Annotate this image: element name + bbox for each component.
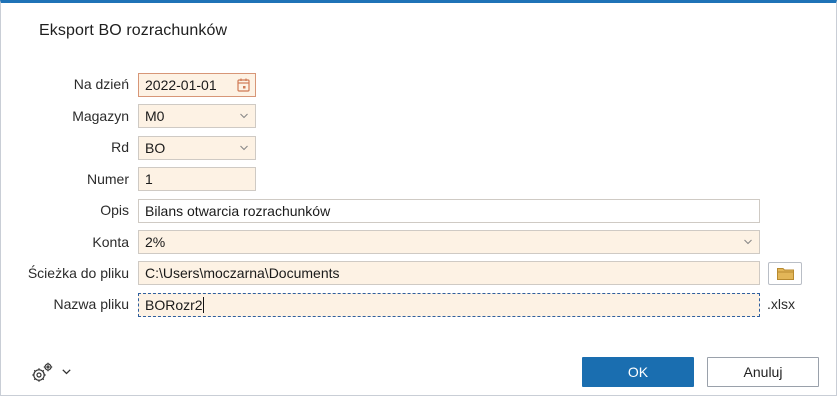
path-field[interactable]: C:\Users\moczarna\Documents xyxy=(138,261,760,285)
description-value: Bilans otwarcia rozrachunków xyxy=(145,203,331,219)
chevron-down-icon xyxy=(62,369,71,375)
filename-label: Nazwa pliku xyxy=(53,296,129,312)
number-value: 1 xyxy=(145,171,153,187)
warehouse-select[interactable]: M0 xyxy=(138,104,256,128)
cancel-button[interactable]: Anuluj xyxy=(707,357,819,387)
date-label: Na dzień xyxy=(73,76,129,92)
path-label: Ścieżka do pliku xyxy=(27,265,129,281)
accounts-label: Konta xyxy=(92,234,129,250)
description-field[interactable]: Bilans otwarcia rozrachunków xyxy=(138,199,760,223)
calendar-icon[interactable] xyxy=(237,78,250,92)
chevron-down-icon xyxy=(240,113,248,119)
chevron-down-icon xyxy=(744,239,752,245)
number-label: Numer xyxy=(86,171,129,187)
accounts-value: 2% xyxy=(145,234,166,250)
path-value: C:\Users\moczarna\Documents xyxy=(145,265,340,281)
doc-type-label: Rd xyxy=(111,139,129,155)
filename-value: BORozr2 xyxy=(145,297,203,313)
ok-button[interactable]: OK xyxy=(582,357,694,387)
folder-icon xyxy=(777,268,794,280)
text-cursor xyxy=(202,297,204,313)
doc-type-select[interactable]: BO xyxy=(138,136,256,160)
warehouse-label: Magazyn xyxy=(72,108,129,124)
accounts-select[interactable]: 2% xyxy=(138,230,760,254)
settings-menu[interactable] xyxy=(30,362,74,384)
date-field[interactable]: 2022-01-01 xyxy=(138,73,256,97)
chevron-down-icon xyxy=(240,145,248,151)
date-value: 2022-01-01 xyxy=(145,77,217,93)
browse-folder-button[interactable] xyxy=(768,262,802,285)
number-field[interactable]: 1 xyxy=(138,167,256,191)
file-extension: .xlsx xyxy=(767,296,795,312)
description-label: Opis xyxy=(100,202,129,218)
filename-field[interactable]: BORozr2 xyxy=(138,293,760,317)
export-dialog: Eksport BO rozrachunków Na dzień 2022-01… xyxy=(0,0,837,396)
gear-icon xyxy=(32,362,53,382)
dialog-title: Eksport BO rozrachunków xyxy=(39,22,228,39)
warehouse-value: M0 xyxy=(145,108,165,124)
doc-type-value: BO xyxy=(145,140,166,156)
